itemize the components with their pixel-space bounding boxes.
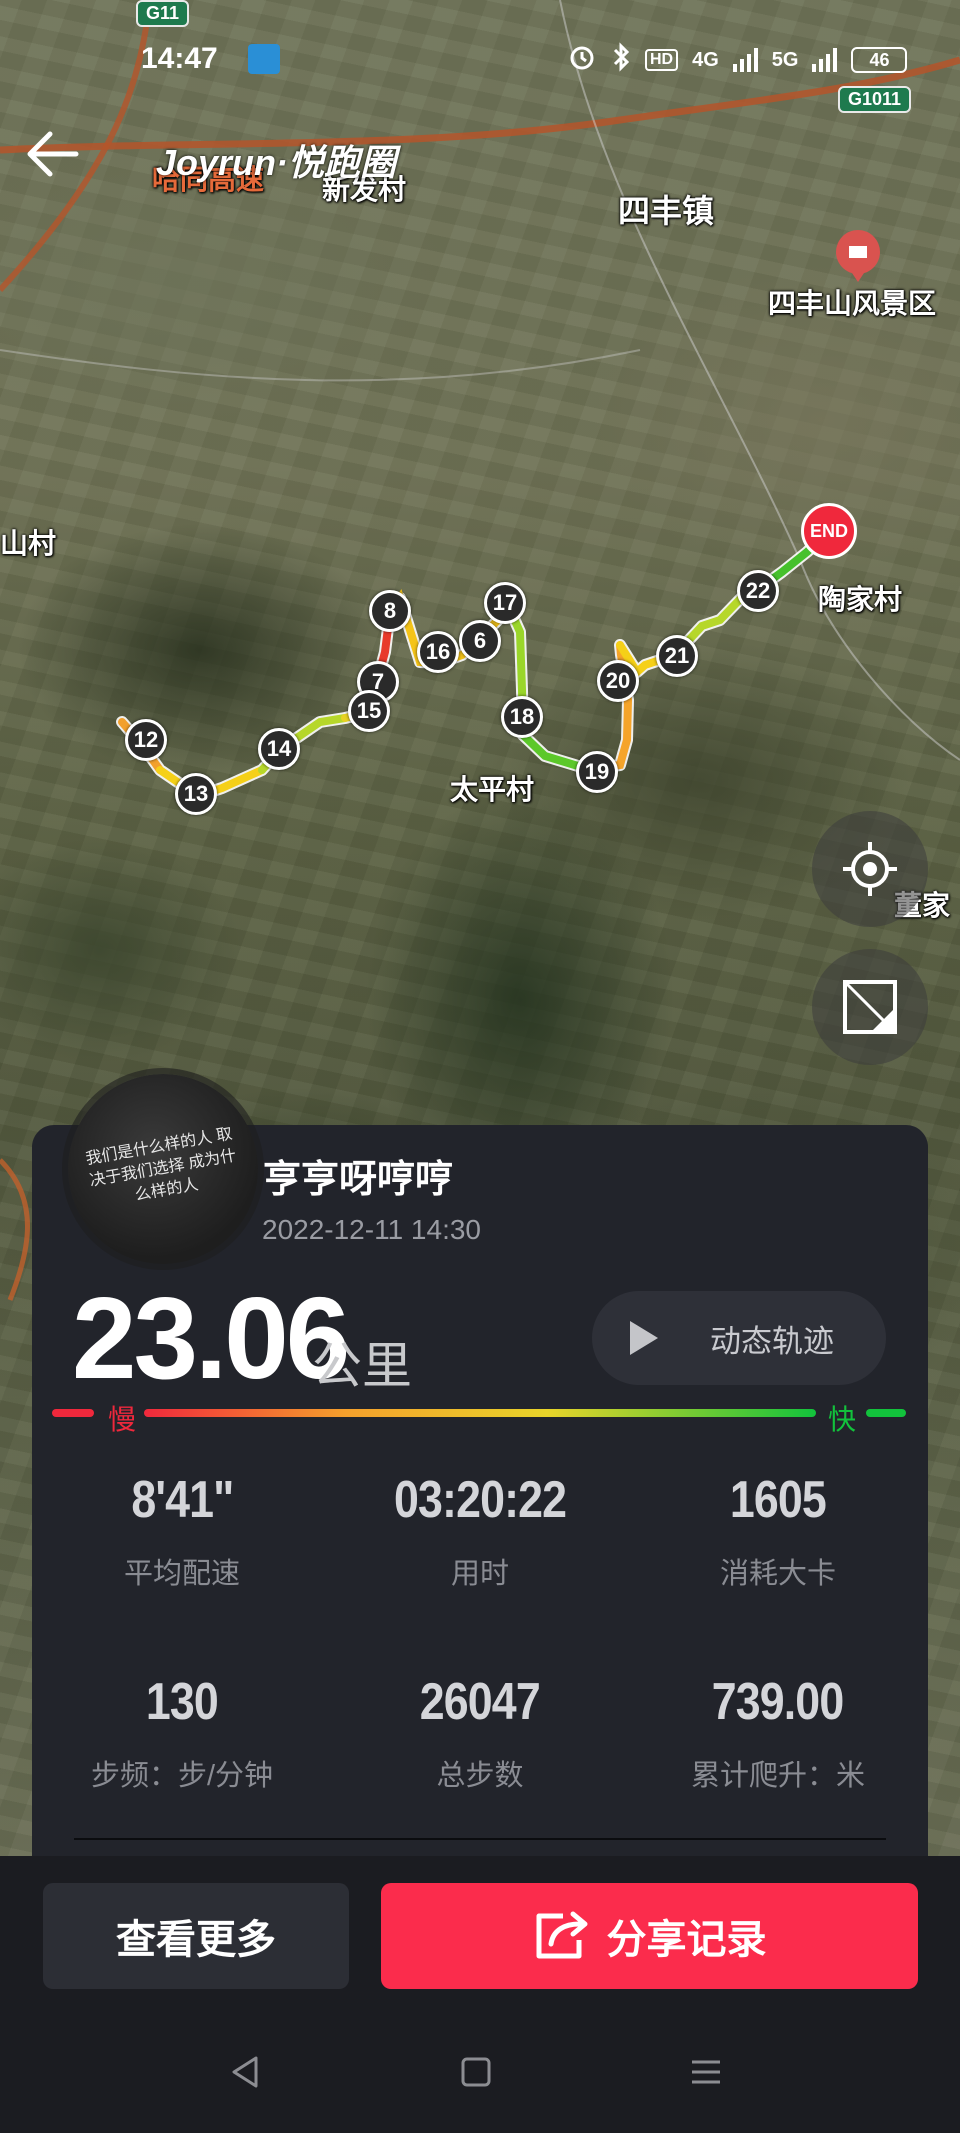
play-icon — [630, 1321, 658, 1355]
view-more-button[interactable]: 查看更多 — [43, 1883, 349, 1989]
run-datetime: 2022-12-11 14:30 — [262, 1214, 481, 1245]
nav-menu-button[interactable] — [676, 2042, 736, 2102]
status-bar: 14:47 HD 4G 5G 46 — [0, 36, 960, 86]
avatar[interactable]: 我们是什么样的人 取决于我们选择 成为什么样的人 — [68, 1074, 258, 1264]
signal-4g-icon — [732, 48, 758, 72]
stat-value: 739.00 — [712, 1673, 844, 1731]
km-marker-17[interactable]: 17 — [484, 582, 526, 624]
stat-value: 130 — [145, 1673, 219, 1731]
fit-route-icon — [843, 980, 897, 1034]
km-marker-21[interactable]: 21 — [656, 635, 698, 677]
route-end-marker[interactable]: END — [801, 503, 857, 559]
hd-icon: HD — [645, 49, 679, 71]
system-nav-bar — [0, 2030, 960, 2120]
square-home-icon — [461, 2057, 491, 2087]
stat-cadence: 130 步频：步/分钟 — [32, 1672, 332, 1794]
stat-total-steps: 26047 总步数 — [330, 1672, 630, 1794]
status-icons: HD 4G 5G 46 — [567, 42, 908, 78]
card-divider — [74, 1838, 886, 1840]
stat-label: 用时 — [450, 1558, 509, 1590]
map-label-sifengzhen: 四丰镇 — [618, 193, 715, 229]
map-label-scenic-area: 四丰山风景区 — [768, 288, 937, 319]
share-icon — [536, 1911, 587, 1959]
avatar-caption: 我们是什么样的人 取决于我们选择 成为什么样的人 — [84, 1125, 238, 1205]
km-marker-20[interactable]: 20 — [597, 660, 639, 702]
stat-elevation-gain: 739.00 累计爬升：米 — [628, 1672, 928, 1794]
menu-lines-icon — [692, 2060, 720, 2084]
pace-gradient-bar — [144, 1409, 816, 1417]
stat-duration: 03:20:22 用时 — [330, 1470, 630, 1592]
stat-value: 03:20:22 — [393, 1471, 567, 1529]
pace-legend: 慢 快 — [52, 1398, 908, 1435]
stat-label: 消耗大卡 — [719, 1558, 836, 1590]
stat-calories: 1605 消耗大卡 — [628, 1470, 928, 1592]
stat-label: 总步数 — [436, 1760, 524, 1792]
back-button[interactable] — [18, 126, 82, 182]
km-marker-19[interactable]: 19 — [576, 751, 618, 793]
map-view-toggle-button[interactable] — [812, 949, 928, 1065]
network-5g-label: 5G — [771, 48, 799, 71]
pace-bar-fast-end — [866, 1409, 906, 1417]
km-marker-6[interactable]: 6 — [459, 620, 501, 662]
triangle-back-icon — [232, 2056, 258, 2088]
pace-bar-slow-end — [52, 1409, 94, 1417]
bluetooth-icon — [611, 42, 631, 78]
stat-value: 8'41" — [130, 1471, 234, 1529]
stat-label: 步频：步/分钟 — [90, 1760, 274, 1792]
km-marker-16[interactable]: 16 — [417, 631, 459, 673]
pace-slow-label: 慢 — [108, 1404, 137, 1435]
stat-value: 26047 — [419, 1673, 541, 1731]
route-replay-label: 动态轨迹 — [710, 1323, 834, 1359]
stat-value: 1605 — [729, 1471, 827, 1529]
map-label-taojiacun: 陶家村 — [818, 584, 903, 615]
km-marker-8[interactable]: 8 — [369, 590, 411, 632]
alarm-icon — [567, 42, 597, 78]
distance-unit: 公里 — [312, 1338, 412, 1394]
km-marker-18[interactable]: 18 — [501, 696, 543, 738]
km-marker-13[interactable]: 13 — [175, 773, 217, 815]
highway-badge-g11: G11 — [136, 0, 190, 27]
crosshair-icon — [843, 842, 897, 896]
nav-home-button[interactable] — [446, 2042, 506, 2102]
highway-badge-g1011: G1011 — [838, 86, 912, 113]
network-4g-label: 4G — [692, 48, 719, 71]
km-marker-14[interactable]: 14 — [258, 728, 300, 770]
joyrun-logo: Joyrun·悦跑圈 — [156, 142, 397, 183]
distance-value: 23.06 — [72, 1273, 350, 1403]
route-replay-button[interactable]: 动态轨迹 — [592, 1291, 886, 1385]
km-marker-22[interactable]: 22 — [737, 570, 779, 612]
user-name: 亨亨呀哼哼 — [263, 1159, 454, 1201]
pace-fast-label: 快 — [828, 1404, 857, 1435]
nav-back-button[interactable] — [216, 2042, 276, 2102]
stat-avg-pace: 8'41" 平均配速 — [32, 1470, 332, 1592]
map-label-taipingcun: 太平村 — [450, 774, 535, 805]
arrow-left-icon — [27, 131, 79, 177]
km-marker-12[interactable]: 12 — [125, 719, 167, 761]
status-time: 14:47 — [141, 42, 218, 75]
stat-label: 累计爬升：米 — [690, 1760, 865, 1792]
share-record-label: 分享记录 — [606, 1918, 767, 1962]
notification-app-icon — [248, 44, 280, 74]
map-label-shancun: 山村 — [0, 528, 57, 559]
share-record-button[interactable]: 分享记录 — [381, 1883, 918, 1989]
km-marker-15[interactable]: 15 — [348, 690, 390, 732]
battery-icon: 46 — [851, 47, 908, 73]
stat-label: 平均配速 — [123, 1558, 240, 1590]
locate-button[interactable] — [812, 811, 928, 927]
signal-5g-icon — [812, 48, 838, 72]
